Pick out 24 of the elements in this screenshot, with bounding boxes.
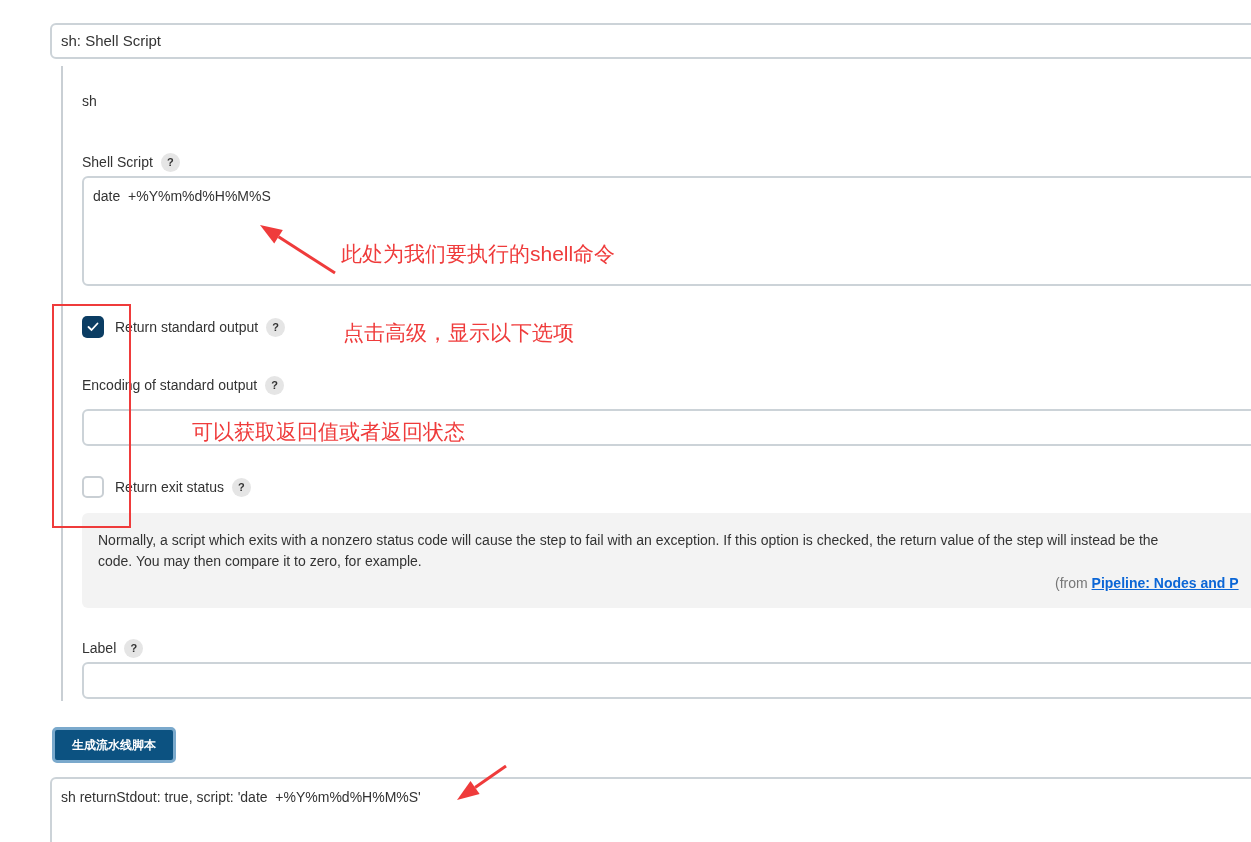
source-note: (from xyxy=(1055,574,1089,593)
help-icon[interactable]: ? xyxy=(124,638,144,658)
field-label: Label xyxy=(82,638,117,658)
step-select[interactable]: sh: Shell Script xyxy=(50,23,1251,59)
help-icon[interactable]: ? xyxy=(160,152,180,172)
encoding-input[interactable] xyxy=(82,409,1251,446)
help-text: Normally, a script which exits with a nonzero status code will cause the step to fail with an exception. If this option is checked, the return value of the step will instead be the code. You may then compare it to zero, for example. xyxy=(98,531,1160,571)
label-input[interactable] xyxy=(82,662,1251,699)
section-title: sh xyxy=(82,92,97,111)
check-icon xyxy=(87,322,99,332)
plugin-link[interactable]: Pipeline: Nodes and P xyxy=(1091,573,1239,594)
help-icon[interactable]: ? xyxy=(265,375,285,395)
checkbox[interactable] xyxy=(82,476,104,498)
annotation-text: 点击高级，显示以下选项 xyxy=(343,320,574,346)
script-output[interactable]: sh returnStdout: true, script: 'date +%Y%m%d%H%M%S' xyxy=(50,777,1251,842)
arrow-icon xyxy=(260,225,336,275)
annotation-text: 此处为我们要执行的shell命令 xyxy=(341,241,616,267)
generate-button[interactable]: 生成流水线脚本 xyxy=(52,727,176,763)
arrow-icon xyxy=(457,764,507,800)
annotation-text: 可以获取返回值或者返回状态 xyxy=(192,419,465,445)
checkbox[interactable] xyxy=(82,316,104,338)
help-icon[interactable]: ? xyxy=(231,477,251,497)
help-icon[interactable]: ? xyxy=(266,317,286,337)
field-label: Shell Script xyxy=(82,152,153,172)
